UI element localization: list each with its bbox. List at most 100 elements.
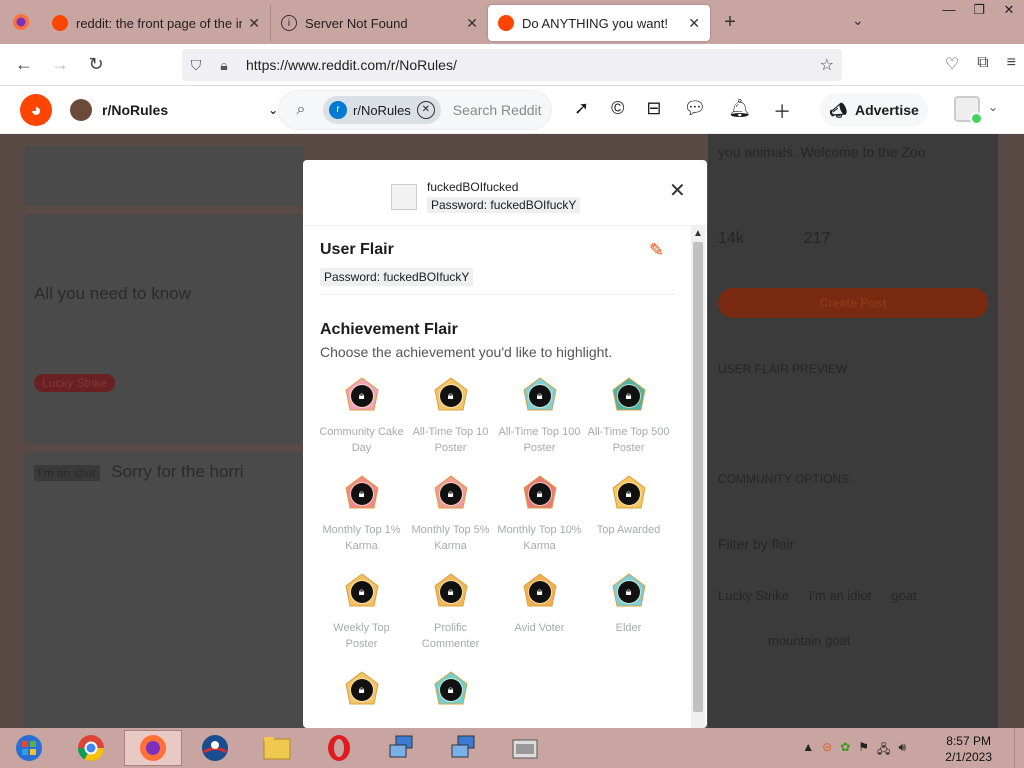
tab-do-anything[interactable]: Do ANYTHING you want! ✕ <box>488 5 710 41</box>
close-tab-icon[interactable]: ✕ <box>688 15 700 32</box>
opera-taskbar-icon[interactable] <box>310 730 368 766</box>
achievement-item[interactable]: 🔒︎ Monthly Top 5% Karma <box>406 470 495 554</box>
flair-filter-item: I'm an idiot <box>808 588 872 603</box>
search-bar[interactable]: ⌕ r r/NoRules ✕ Search Reddit <box>278 90 552 130</box>
app-taskbar-icon[interactable] <box>496 730 554 766</box>
user-flair-preview-heading: USER FLAIR PREVIEW <box>718 362 848 376</box>
remote-desktop-taskbar-icon[interactable] <box>434 730 492 766</box>
tab-server-not-found[interactable]: i Server Not Found ✕ <box>270 5 488 41</box>
reddit-favicon-icon <box>498 15 514 31</box>
close-tab-icon[interactable]: ✕ <box>248 15 260 32</box>
flair-filter-item: Lucky Strike <box>718 588 789 603</box>
clock-time: 8:57 PM <box>946 734 991 748</box>
edit-pencil-icon[interactable]: ✎ <box>649 240 664 261</box>
url-text[interactable]: https://www.reddit.com/r/NoRules/ <box>246 57 457 73</box>
achievement-item[interactable]: 🔒︎ Top Awarded <box>584 470 673 554</box>
lock-icon[interactable]: 🔒︎ <box>210 57 238 74</box>
tray-app-icon[interactable]: ⊝ <box>822 740 832 761</box>
create-post-button: Create Post <box>718 288 988 318</box>
modal-scrollbar[interactable]: ▲ <box>691 226 705 728</box>
create-post-icon[interactable]: ＋ <box>773 98 791 124</box>
remote-desktop-taskbar-icon[interactable] <box>372 730 430 766</box>
flair-filter-item: goat <box>891 588 917 603</box>
close-tab-icon[interactable]: ✕ <box>466 15 478 32</box>
shield-icon[interactable]: ⛉ <box>182 57 210 74</box>
action-center-flag-icon[interactable]: ⚑ <box>858 740 869 761</box>
coins-icon[interactable]: © <box>611 98 624 124</box>
community-chip-avatar: r <box>329 101 347 119</box>
close-modal-button[interactable]: ✕ <box>669 178 686 203</box>
tab-reddit-front[interactable]: reddit: the front page of the internet ✕ <box>42 5 270 41</box>
lock-icon: 🔒︎ <box>617 483 640 505</box>
search-icon: ⌕ <box>296 101 306 118</box>
achievement-item[interactable]: 🔒︎ Monthly Top 1% Karma <box>317 470 406 554</box>
achievement-item[interactable]: 🔒︎ Elder <box>584 568 673 652</box>
navigation-toolbar: ← → ↻ ⛉ 🔒︎ https://www.reddit.com/r/NoRu… <box>0 44 1024 86</box>
extensions-icon[interactable]: ⧉ <box>977 54 988 74</box>
achievement-item[interactable]: 🔒︎ All-Time Top 100 Poster <box>495 372 584 456</box>
restore-icon[interactable]: ❐ <box>964 0 994 22</box>
achievement-badge-icon: 🔒︎ <box>605 568 653 616</box>
obama-taskbar-icon[interactable] <box>186 730 244 766</box>
advertise-label: Advertise <box>854 102 919 118</box>
search-community-chip[interactable]: r r/NoRules ✕ <box>323 96 441 124</box>
search-input[interactable]: Search Reddit <box>453 102 542 118</box>
firefox-menu-icon[interactable] <box>0 0 42 44</box>
scrollbar-thumb[interactable] <box>693 242 703 712</box>
volume-icon[interactable]: 🔊︎ <box>898 740 906 761</box>
windows-taskbar: ▲ ⊝ ✿ ⚑ 🖧︎ 🔊︎ 8:57 PM 2/1/2023 <box>0 728 1024 768</box>
achievement-badge-icon: 🔒︎ <box>516 470 564 518</box>
popular-icon[interactable]: ➚ <box>574 98 589 124</box>
show-desktop-button[interactable] <box>1014 728 1024 768</box>
info-icon: i <box>281 15 297 31</box>
forward-icon[interactable]: → <box>42 54 78 75</box>
tray-expand-icon[interactable]: ▲ <box>802 740 814 761</box>
back-icon[interactable]: ← <box>6 54 42 75</box>
hamburger-menu-icon[interactable]: ≡ <box>1007 54 1016 74</box>
notification-bell-icon[interactable]: 🔔︎ <box>728 98 751 124</box>
achievement-item[interactable]: 🔒︎ All-Time Top 10 Poster <box>406 372 495 456</box>
achievement-item[interactable]: 🔒︎ Prolific Commenter <box>406 568 495 652</box>
tray-app-icon[interactable]: ✿ <box>840 740 850 761</box>
user-menu-chevron-icon[interactable]: ⌄ <box>988 100 998 114</box>
clear-chip-icon[interactable]: ✕ <box>416 101 435 119</box>
tab-title: Server Not Found <box>305 15 408 31</box>
achievement-label: Avid Voter <box>514 622 565 634</box>
user-avatar[interactable] <box>954 96 983 125</box>
achievement-item[interactable]: 🔒︎ Monthly Top 10% Karma <box>495 470 584 554</box>
system-tray: ▲ ⊝ ✿ ⚑ 🖧︎ 🔊︎ <box>802 740 906 761</box>
achievement-label: Monthly Top 5% Karma <box>411 524 490 552</box>
community-dropdown[interactable]: r/NoRules ⌄ <box>70 99 278 121</box>
clock[interactable]: 8:57 PM 2/1/2023 <box>945 733 992 765</box>
messages-icon[interactable]: 💬︎ <box>683 98 706 124</box>
reload-icon[interactable]: ↻ <box>78 54 114 75</box>
chat-icon[interactable]: ⊟ <box>646 98 661 124</box>
network-icon[interactable]: 🖧︎ <box>877 740 890 761</box>
achievement-item[interactable]: 🔒︎ All-Time Top 500 Poster <box>584 372 673 456</box>
url-bar[interactable]: ⛉ 🔒︎ https://www.reddit.com/r/NoRules/ ☆ <box>182 49 842 81</box>
advertise-button[interactable]: 📣︎ Advertise <box>820 93 928 127</box>
start-button[interactable] <box>0 730 58 766</box>
achievement-item[interactable]: 🔒︎ <box>317 666 406 718</box>
header-icons: ➚ © ⊟ 💬︎ 🔔︎ ＋ <box>574 98 791 124</box>
firefox-taskbar-icon[interactable] <box>124 730 182 766</box>
achievement-item[interactable]: 🔒︎ Weekly Top Poster <box>317 568 406 652</box>
new-tab-button[interactable]: + <box>710 11 750 34</box>
reddit-logo-icon[interactable]: ◕ <box>20 94 52 126</box>
achievement-item[interactable]: 🔒︎ <box>406 666 495 718</box>
list-all-tabs-icon[interactable]: ⌄ <box>852 12 864 29</box>
modal-header: fuckedBOIfucked Password: fuckedBOIfuckY… <box>303 160 707 226</box>
close-window-icon[interactable]: ✕ <box>994 0 1024 22</box>
lock-icon: 🔒︎ <box>350 581 373 603</box>
bookmark-star-icon[interactable]: ☆ <box>820 55 834 75</box>
post-flair: I'm an idiot <box>34 465 100 481</box>
achievement-item[interactable]: 🔒︎ Avid Voter <box>495 568 584 652</box>
achievement-item[interactable]: 🔒︎ Community Cake Day <box>317 372 406 456</box>
post-card: I'm an idiot Sorry for the horri <box>24 452 304 732</box>
minimize-icon[interactable]: — <box>934 0 964 22</box>
chrome-taskbar-icon[interactable] <box>62 730 120 766</box>
pocket-icon[interactable]: ♡ <box>945 54 959 74</box>
scroll-up-arrow-icon[interactable]: ▲ <box>691 228 705 239</box>
file-explorer-taskbar-icon[interactable] <box>248 730 306 766</box>
tab-title: reddit: the front page of the internet <box>76 15 243 31</box>
